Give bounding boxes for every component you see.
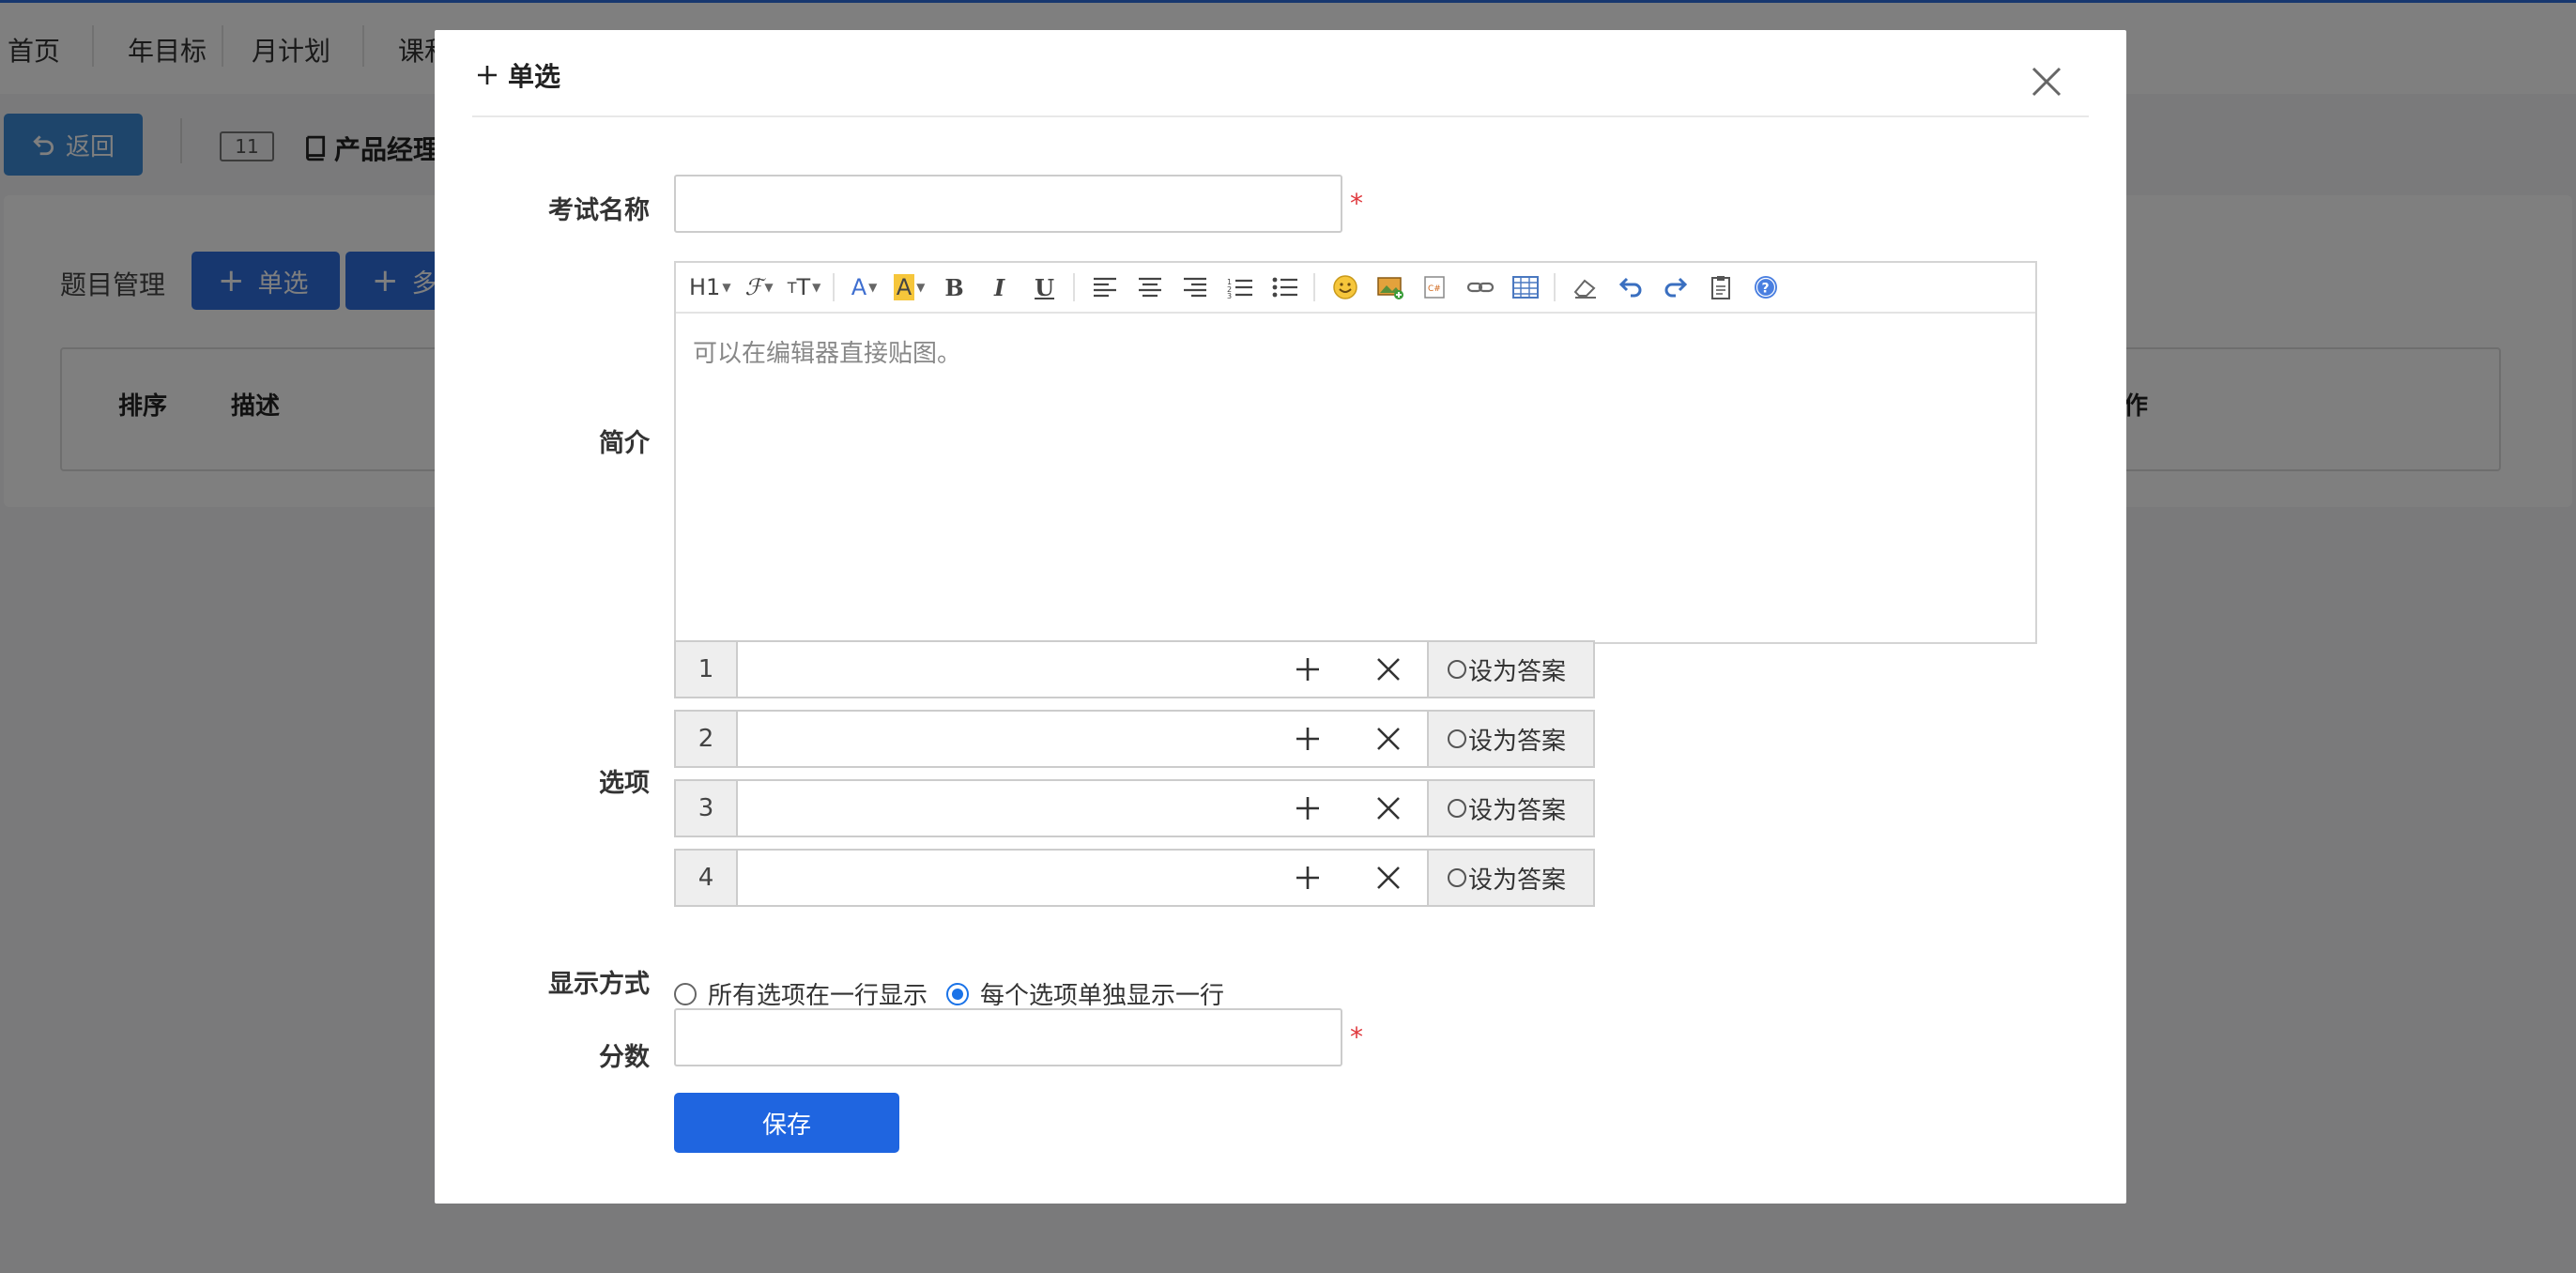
option-row: 3 设为答案	[674, 779, 1595, 837]
link-icon[interactable]	[1464, 270, 1497, 304]
italic-icon[interactable]: I	[983, 270, 1017, 304]
bold-icon[interactable]: B	[938, 270, 972, 304]
toolbar-separator	[1553, 273, 1556, 301]
option-input[interactable]	[736, 640, 1269, 698]
remove-option-button[interactable]	[1348, 640, 1429, 698]
close-icon[interactable]	[2031, 66, 2062, 98]
set-answer-radio[interactable]: 设为答案	[1427, 640, 1595, 698]
option-number: 4	[674, 849, 738, 907]
exam-name-input[interactable]	[674, 175, 1342, 233]
score-label: 分数	[599, 1043, 650, 1072]
table-icon[interactable]	[1509, 270, 1542, 304]
dialog-header	[472, 30, 2089, 117]
eraser-icon[interactable]	[1569, 270, 1602, 304]
score-input[interactable]	[674, 1008, 1342, 1066]
dialog-title: 单选	[476, 56, 560, 94]
align-left-icon[interactable]	[1088, 270, 1122, 304]
option-number: 1	[674, 640, 738, 698]
align-center-icon[interactable]	[1133, 270, 1167, 304]
code-icon[interactable]: C#	[1418, 270, 1452, 304]
remove-option-button[interactable]	[1348, 849, 1429, 907]
options-label: 选项	[599, 769, 650, 798]
close-icon	[1377, 797, 1400, 820]
save-button[interactable]: 保存	[674, 1093, 899, 1153]
radio-icon[interactable]	[1448, 660, 1466, 679]
close-icon	[1377, 728, 1400, 750]
option-input[interactable]	[736, 779, 1269, 837]
svg-text:3: 3	[1227, 292, 1232, 299]
add-option-button[interactable]	[1267, 849, 1348, 907]
plus-icon	[1296, 867, 1319, 889]
option-input[interactable]	[736, 849, 1269, 907]
align-right-icon[interactable]	[1178, 270, 1212, 304]
add-option-button[interactable]	[1267, 779, 1348, 837]
editor-placeholder: 可以在编辑器直接贴图。	[693, 340, 962, 368]
ordered-list-icon[interactable]: 123	[1223, 270, 1257, 304]
undo-icon[interactable]	[1614, 270, 1648, 304]
add-option-button[interactable]	[1267, 710, 1348, 768]
add-option-button[interactable]	[1267, 640, 1348, 698]
radio-inline-display-label[interactable]: 所有选项在一行显示	[708, 976, 928, 1011]
radio-icon[interactable]	[1448, 868, 1466, 887]
editor-toolbar: H1 ▼ ℱ ▼ T T ▼ A ▼ A ▼ B I U 123 C# ?	[676, 263, 2035, 314]
image-icon[interactable]	[1373, 270, 1407, 304]
option-row: 1 设为答案	[674, 640, 1595, 698]
unordered-list-icon[interactable]	[1268, 270, 1302, 304]
font-size-icon[interactable]: T T ▼	[788, 270, 821, 304]
dialog-title-text: 单选	[508, 61, 561, 92]
paste-icon[interactable]	[1704, 270, 1738, 304]
close-icon	[1377, 867, 1400, 889]
emoji-icon[interactable]	[1328, 270, 1362, 304]
underline-icon[interactable]: U	[1028, 270, 1062, 304]
option-number: 3	[674, 779, 738, 837]
single-choice-dialog: 单选 考试名称 * 简介 H1 ▼ ℱ ▼ T T ▼ A ▼ A ▼ B I U 123 …	[435, 30, 2126, 1204]
set-answer-radio[interactable]: 设为答案	[1427, 849, 1595, 907]
highlight-icon[interactable]: A ▼	[893, 270, 927, 304]
toolbar-separator	[1072, 273, 1075, 301]
set-answer-label: 设为答案	[1468, 727, 1567, 756]
plus-icon	[1296, 728, 1319, 750]
radio-separate-line-display[interactable]	[946, 982, 970, 1005]
close-icon	[1377, 658, 1400, 681]
svg-text:C#: C#	[1428, 284, 1441, 294]
font-family-icon[interactable]: ℱ ▼	[743, 270, 776, 304]
option-row: 4 设为答案	[674, 849, 1595, 907]
option-input[interactable]	[736, 710, 1269, 768]
intro-label: 简介	[599, 429, 650, 458]
set-answer-label: 设为答案	[1468, 866, 1567, 895]
required-mark: *	[1350, 1021, 1363, 1052]
help-icon[interactable]: ?	[1749, 270, 1783, 304]
plus-icon	[478, 66, 497, 84]
set-answer-label: 设为答案	[1468, 796, 1567, 825]
radio-inline-display[interactable]	[674, 982, 697, 1005]
exam-name-label: 考试名称	[548, 196, 650, 225]
rich-text-editor[interactable]: H1 ▼ ℱ ▼ T T ▼ A ▼ A ▼ B I U 123 C# ? 可以…	[674, 261, 2037, 644]
radio-icon[interactable]	[1448, 799, 1466, 818]
option-number: 2	[674, 710, 738, 768]
toolbar-separator	[832, 273, 835, 301]
set-answer-radio[interactable]: 设为答案	[1427, 779, 1595, 837]
radio-separate-line-display-label[interactable]: 每个选项单独显示一行	[980, 976, 1224, 1011]
plus-icon	[1296, 797, 1319, 820]
radio-icon[interactable]	[1448, 729, 1466, 748]
set-answer-label: 设为答案	[1468, 657, 1567, 686]
toolbar-separator	[1312, 273, 1315, 301]
plus-icon	[1296, 658, 1319, 681]
heading-icon[interactable]: H1 ▼	[689, 270, 731, 304]
option-row: 2 设为答案	[674, 710, 1595, 768]
required-mark: *	[1350, 188, 1363, 219]
remove-option-button[interactable]	[1348, 779, 1429, 837]
font-color-icon[interactable]: A ▼	[848, 270, 882, 304]
svg-text:?: ?	[1761, 282, 1769, 297]
set-answer-radio[interactable]: 设为答案	[1427, 710, 1595, 768]
remove-option-button[interactable]	[1348, 710, 1429, 768]
display-mode-group: 所有选项在一行显示 每个选项单独显示一行	[674, 976, 1224, 1011]
display-mode-label: 显示方式	[548, 970, 650, 999]
redo-icon[interactable]	[1659, 270, 1693, 304]
